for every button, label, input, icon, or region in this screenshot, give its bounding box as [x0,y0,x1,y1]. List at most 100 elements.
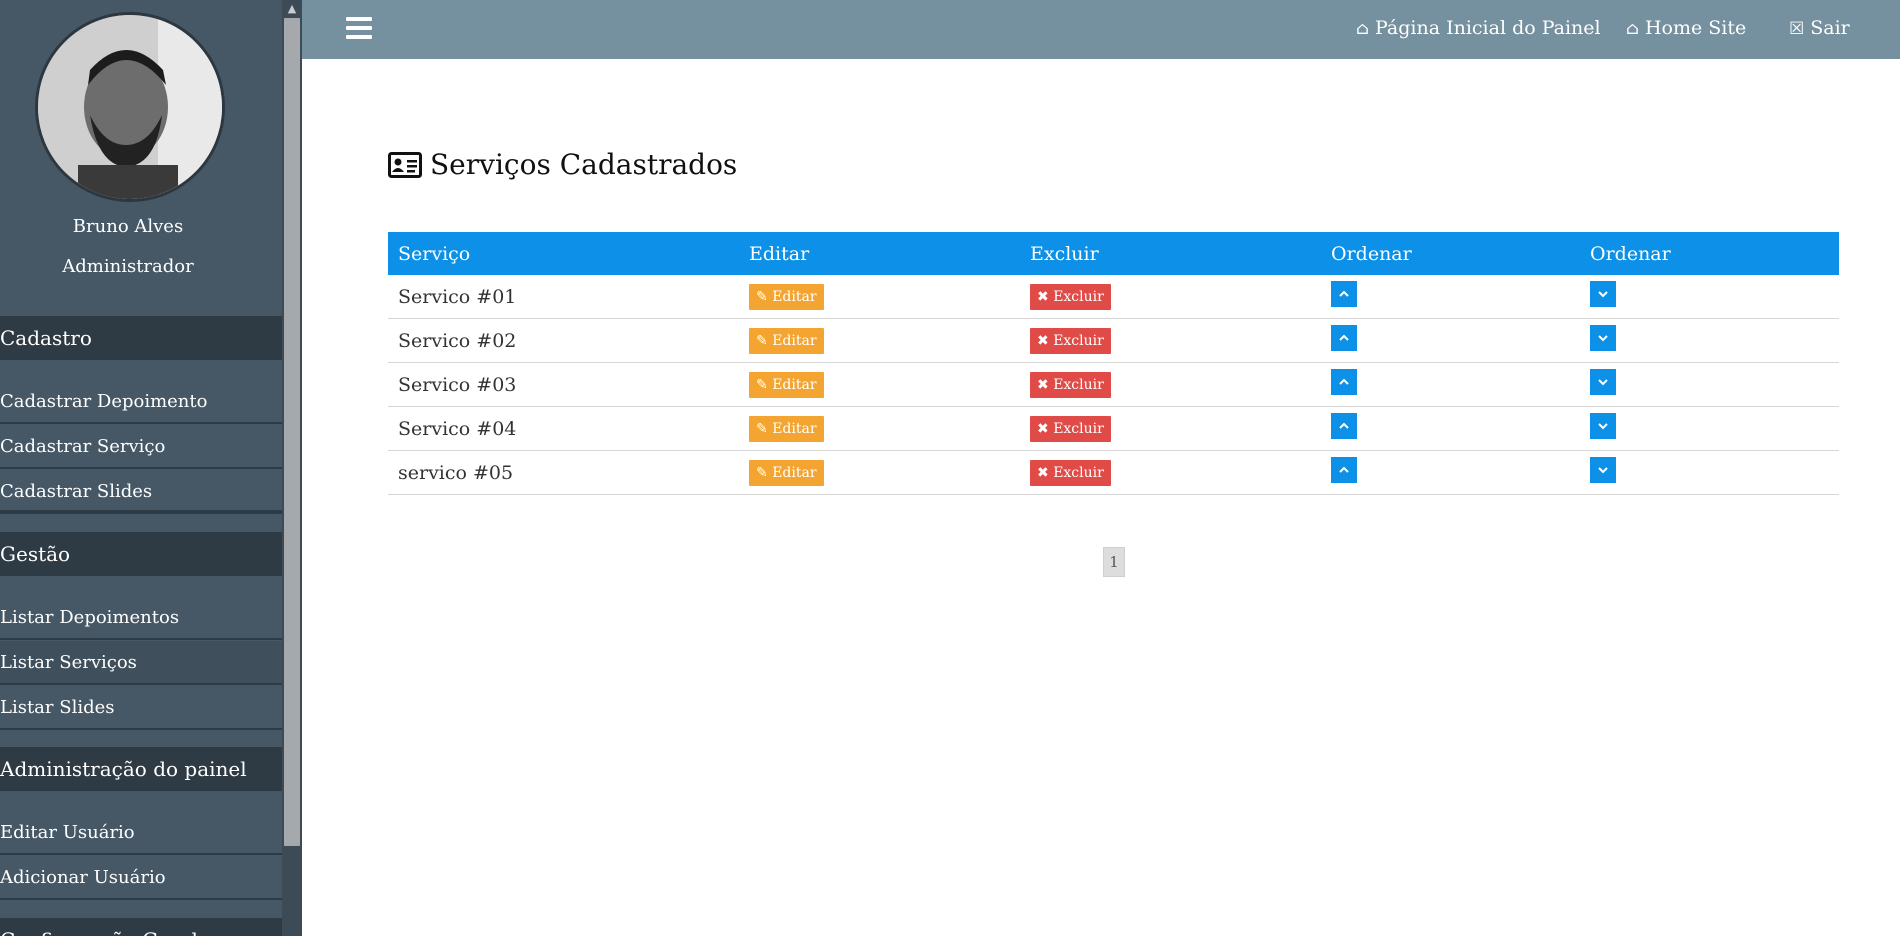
scroll-up-icon[interactable]: ▲ [284,0,300,18]
chevron-down-icon [1598,335,1608,342]
pencil-icon: ✎ [756,332,768,349]
chevron-down-icon [1598,379,1608,386]
edit-button[interactable]: ✎ Editar [749,415,824,442]
header-excluir: Excluir [1020,232,1321,275]
section-gestao: Gestão [0,532,282,576]
menu-listar-servicos[interactable]: Listar Serviços [0,641,282,685]
menu-spacer [0,490,282,512]
link-sair-label: Sair [1810,17,1850,39]
services-table: Serviço Editar Excluir Ordenar Ordenar S… [388,232,1839,495]
chevron-down-icon [1598,467,1608,474]
page-title: Serviços Cadastrados [388,148,737,181]
header-editar: Editar [739,232,1020,275]
menu-cadastrar-servico[interactable]: Cadastrar Serviço [0,425,282,469]
order-up-button[interactable] [1331,413,1357,439]
edit-label: Editar [772,332,817,349]
x-icon: ✖ [1037,376,1049,393]
edit-label: Editar [772,288,817,305]
chevron-up-icon [1339,422,1349,429]
topbar: ⌂ Página Inicial do Painel ⌂ Home Site ☒ Sa… [302,0,1900,59]
menu-editar-usuario[interactable]: Editar Usuário [0,811,282,855]
link-painel-label: Página Inicial do Painel [1374,17,1601,39]
table-row: Servico #01 ✎ Editar ✖ Excluir [388,275,1839,319]
delete-button[interactable]: ✖ Excluir [1030,459,1111,486]
edit-button[interactable]: ✎ Editar [749,327,824,354]
menu-listar-depoimentos[interactable]: Listar Depoimentos [0,596,282,640]
order-down-button[interactable] [1590,413,1616,439]
order-down-button[interactable] [1590,325,1616,351]
service-name: Servico #02 [388,318,739,363]
delete-label: Excluir [1053,288,1104,305]
menu-cadastrar-depoimento[interactable]: Cadastrar Depoimento [0,380,282,424]
page-title-text: Serviços Cadastrados [430,148,738,181]
pencil-icon: ✎ [756,420,768,437]
order-up-button[interactable] [1331,457,1357,483]
order-down-button[interactable] [1590,281,1616,307]
home-icon: ⌂ [1356,19,1369,39]
section-cadastro: Cadastro [0,316,282,360]
x-icon: ✖ [1037,464,1049,481]
header-ordenar-down: Ordenar [1580,232,1839,275]
service-name: servico #05 [388,450,739,495]
delete-label: Excluir [1053,376,1104,393]
pencil-icon: ✎ [756,464,768,481]
order-up-button[interactable] [1331,369,1357,395]
scrollbar-thumb[interactable] [284,18,300,846]
section-configuracao: Configuração Geral [0,918,282,936]
delete-button[interactable]: ✖ Excluir [1030,327,1111,354]
link-home-site-label: Home Site [1644,17,1747,39]
x-icon: ✖ [1037,420,1049,437]
pencil-icon: ✎ [756,376,768,393]
edit-button[interactable]: ✎ Editar [749,459,824,486]
edit-label: Editar [772,420,817,437]
delete-button[interactable]: ✖ Excluir [1030,415,1111,442]
x-icon: ✖ [1037,332,1049,349]
order-up-button[interactable] [1331,325,1357,351]
user-role: Administrador [62,256,194,277]
chevron-down-icon [1598,423,1608,430]
service-name: Servico #04 [388,406,739,451]
chevron-up-icon [1339,334,1349,341]
delete-label: Excluir [1053,420,1104,437]
header-ordenar-up: Ordenar [1321,232,1580,275]
order-up-button[interactable] [1331,281,1357,307]
table-header-row: Serviço Editar Excluir Ordenar Ordenar [388,232,1839,275]
delete-label: Excluir [1053,332,1104,349]
delete-button[interactable]: ✖ Excluir [1030,371,1111,398]
home-icon: ⌂ [1626,19,1639,39]
link-painel[interactable]: ⌂ Página Inicial do Painel [1356,17,1601,39]
x-icon: ✖ [1037,288,1049,305]
order-down-button[interactable] [1590,457,1616,483]
service-name: Servico #01 [388,275,739,319]
pencil-icon: ✎ [756,288,768,305]
close-box-icon: ☒ [1789,19,1805,39]
menu-adicionar-usuario[interactable]: Adicionar Usuário [0,856,282,900]
section-administracao: Administração do painel [0,747,282,791]
id-card-icon [388,151,422,178]
edit-button[interactable]: ✎ Editar [749,283,824,310]
chevron-down-icon [1598,291,1608,298]
edit-label: Editar [772,464,817,481]
table-row: Servico #04 ✎ Editar ✖ Excluir [388,406,1839,451]
delete-button[interactable]: ✖ Excluir [1030,283,1111,310]
sidebar-scrollbar[interactable]: ▲ [282,0,302,936]
table-row: Servico #03 ✎ Editar ✖ Excluir [388,362,1839,407]
sidebar: Bruno Alves Administrador Cadastro Cadas… [0,0,282,936]
menu-listar-slides[interactable]: Listar Slides [0,686,282,730]
edit-label: Editar [772,376,817,393]
header-servico: Serviço [388,232,739,275]
chevron-up-icon [1339,466,1349,473]
user-name: Bruno Alves [72,216,184,237]
delete-label: Excluir [1053,464,1104,481]
pagination-page-1[interactable]: 1 [1103,547,1125,577]
link-home-site[interactable]: ⌂ Home Site [1626,17,1746,39]
chevron-up-icon [1339,290,1349,297]
table-row: servico #05 ✎ Editar ✖ Excluir [388,450,1839,495]
table-row: Servico #02 ✎ Editar ✖ Excluir [388,318,1839,363]
chevron-up-icon [1339,378,1349,385]
menu-icon[interactable] [346,17,372,39]
order-down-button[interactable] [1590,369,1616,395]
link-sair[interactable]: ☒ Sair [1789,17,1850,39]
avatar [35,12,225,202]
edit-button[interactable]: ✎ Editar [749,371,824,398]
